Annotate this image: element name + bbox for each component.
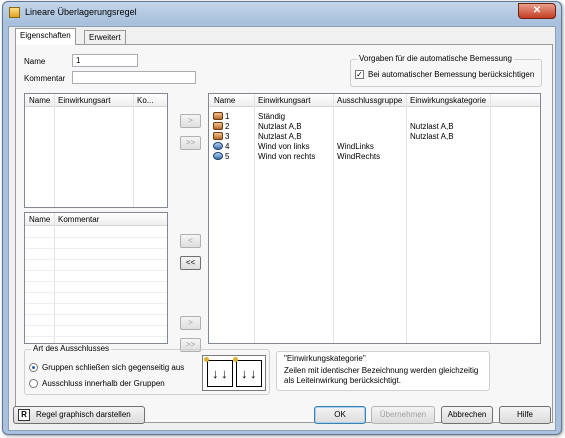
column-header-name[interactable]: Name bbox=[29, 215, 50, 224]
hint-text-line1: Zeilen mit identischer Bezeichnung werde… bbox=[284, 366, 479, 375]
bemessung-checkbox[interactable]: ✓ bbox=[355, 70, 364, 79]
column-header-einwirkungsart[interactable]: Einwirkungsart bbox=[258, 96, 310, 105]
hint-title: "Einwirkungskategorie" bbox=[284, 354, 366, 363]
radio-ausschluss-innerhalb[interactable] bbox=[29, 379, 38, 388]
window-title: Lineare Überlagerungsregel bbox=[25, 7, 137, 17]
grid-line bbox=[25, 292, 167, 293]
grid-line bbox=[25, 325, 167, 326]
remove-button[interactable]: < bbox=[180, 234, 201, 248]
hint-text-line2: als Leiteinwirkung berücksichtigt. bbox=[284, 376, 401, 385]
wind-icon bbox=[213, 142, 223, 150]
column-header-name[interactable]: Name bbox=[214, 96, 235, 105]
row-name: 5 bbox=[225, 152, 230, 161]
table-row[interactable]: 5 Wind von rechts WindRechts bbox=[209, 152, 540, 161]
ok-button[interactable]: OK bbox=[314, 406, 366, 424]
arrow-down-icon: ↓ bbox=[221, 366, 228, 381]
cancel-button[interactable]: Abbrechen bbox=[441, 406, 493, 424]
add-group-button[interactable]: > bbox=[180, 316, 201, 330]
load-icon bbox=[213, 122, 223, 130]
name-field[interactable]: 1 bbox=[72, 54, 138, 67]
row-einwirkungsart: Wind von rechts bbox=[258, 152, 316, 161]
wind-icon bbox=[213, 152, 223, 160]
row-kategorie: Nutzlast A,B bbox=[410, 122, 454, 131]
ausschluss-group-title: Art des Ausschlusses bbox=[31, 344, 112, 353]
name-label: Name bbox=[24, 57, 46, 66]
row-ausschlussgruppe: WindRechts bbox=[337, 152, 381, 161]
table-row[interactable]: 3 Nutzlast A,B Nutzlast A,B bbox=[209, 132, 540, 141]
graph-icon: R bbox=[18, 409, 30, 421]
kommentar-field[interactable] bbox=[72, 71, 196, 84]
grid-line bbox=[25, 314, 167, 315]
add-all-button[interactable]: >> bbox=[180, 136, 201, 150]
row-ausschlussgruppe: WindLinks bbox=[337, 142, 374, 151]
table-row[interactable]: 1 Ständig bbox=[209, 112, 540, 121]
row-name: 4 bbox=[225, 142, 230, 151]
remove-all-button[interactable]: << bbox=[180, 256, 201, 270]
apply-button[interactable]: Übernehmen bbox=[371, 406, 435, 424]
regel-graphisch-label: Regel graphisch darstellen bbox=[36, 410, 131, 419]
column-divider bbox=[54, 94, 55, 207]
ausschluss-diagram: ↓ ↓ ↓ ↓ bbox=[202, 355, 266, 391]
grid-line bbox=[25, 237, 167, 238]
gruppen-list-header: Name Kommentar bbox=[25, 213, 167, 226]
selected-einwirkungen-list[interactable]: Name Einwirkungsart Ausschlussgruppe Ein… bbox=[208, 93, 541, 344]
column-header-einwirkungsart[interactable]: Einwirkungsart bbox=[58, 96, 110, 105]
row-kategorie: Nutzlast A,B bbox=[410, 132, 454, 141]
table-row[interactable]: 2 Nutzlast A,B Nutzlast A,B bbox=[209, 122, 540, 131]
bemessung-group: Vorgaben für die automatische Bemessung … bbox=[350, 54, 542, 87]
help-button[interactable]: Hilfe bbox=[499, 406, 551, 424]
tab-eigenschaften[interactable]: Eigenschaften bbox=[15, 28, 76, 45]
kommentar-label: Kommentar bbox=[24, 74, 66, 83]
bemessung-checkbox-label: Bei automatischer Bemessung berücksichti… bbox=[368, 70, 535, 79]
kategorie-hint-box: "Einwirkungskategorie" Zeilen mit identi… bbox=[276, 351, 490, 391]
grid-line bbox=[25, 281, 167, 282]
column-divider bbox=[54, 213, 55, 343]
row-einwirkungsart: Ständig bbox=[258, 112, 286, 121]
bemessung-group-title: Vorgaben für die automatische Bemessung bbox=[357, 54, 514, 63]
marker-dot-icon bbox=[233, 357, 238, 362]
app-icon bbox=[9, 7, 20, 18]
column-header-kommentar[interactable]: Ko... bbox=[137, 96, 153, 105]
load-icon bbox=[213, 112, 223, 120]
column-header-einwirkungskategorie[interactable]: Einwirkungskategorie bbox=[410, 96, 486, 105]
source-list-header: Name Einwirkungsart Ko... bbox=[25, 94, 167, 107]
group-box-icon: ↓ ↓ bbox=[236, 360, 262, 387]
tab-panel-eigenschaften: Name 1 Kommentar Vorgaben für die automa… bbox=[15, 44, 553, 423]
dialog-client: Eigenschaften Erweitert Name 1 Kommentar… bbox=[8, 26, 556, 431]
column-header-ausschlussgruppe[interactable]: Ausschlussgruppe bbox=[337, 96, 402, 105]
column-header-kommentar[interactable]: Kommentar bbox=[58, 215, 99, 224]
grid-line bbox=[25, 248, 167, 249]
row-einwirkungsart: Wind von links bbox=[258, 142, 310, 151]
einwirkungen-source-list[interactable]: Name Einwirkungsart Ko... bbox=[24, 93, 168, 208]
group-box-icon: ↓ ↓ bbox=[207, 360, 233, 387]
regel-graphisch-button[interactable]: R Regel graphisch darstellen bbox=[13, 406, 145, 424]
table-row[interactable]: 4 Wind von links WindLinks bbox=[209, 142, 540, 151]
dialog-window: Lineare Überlagerungsregel ✕ Eigenschaft… bbox=[2, 1, 562, 435]
grid-line bbox=[25, 270, 167, 271]
row-name: 2 bbox=[225, 122, 230, 131]
row-name: 1 bbox=[225, 112, 230, 121]
arrow-down-icon: ↓ bbox=[241, 366, 248, 381]
title-bar[interactable]: Lineare Überlagerungsregel ✕ bbox=[3, 2, 561, 24]
arrow-down-icon: ↓ bbox=[212, 366, 219, 381]
arrow-down-icon: ↓ bbox=[250, 366, 257, 381]
gruppen-source-list[interactable]: Name Kommentar bbox=[24, 212, 168, 344]
close-button[interactable]: ✕ bbox=[518, 3, 556, 19]
column-divider bbox=[133, 94, 134, 207]
add-button[interactable]: > bbox=[180, 114, 201, 128]
grid-line bbox=[25, 336, 167, 337]
radio-gruppen-exklusiv-label: Gruppen schließen sich gegenseitig aus bbox=[42, 363, 185, 372]
load-icon bbox=[213, 132, 223, 140]
row-einwirkungsart: Nutzlast A,B bbox=[258, 122, 302, 131]
grid-line bbox=[25, 303, 167, 304]
row-einwirkungsart: Nutzlast A,B bbox=[258, 132, 302, 141]
radio-ausschluss-innerhalb-label: Ausschluss innerhalb der Gruppen bbox=[42, 379, 165, 388]
marker-dot-icon bbox=[204, 357, 209, 362]
grid-line bbox=[25, 259, 167, 260]
tab-erweitert[interactable]: Erweitert bbox=[84, 30, 126, 44]
column-header-name[interactable]: Name bbox=[29, 96, 50, 105]
radio-gruppen-exklusiv[interactable] bbox=[29, 363, 38, 372]
ausschluss-group: Art des Ausschlusses Gruppen schließen s… bbox=[24, 344, 270, 395]
row-name: 3 bbox=[225, 132, 230, 141]
